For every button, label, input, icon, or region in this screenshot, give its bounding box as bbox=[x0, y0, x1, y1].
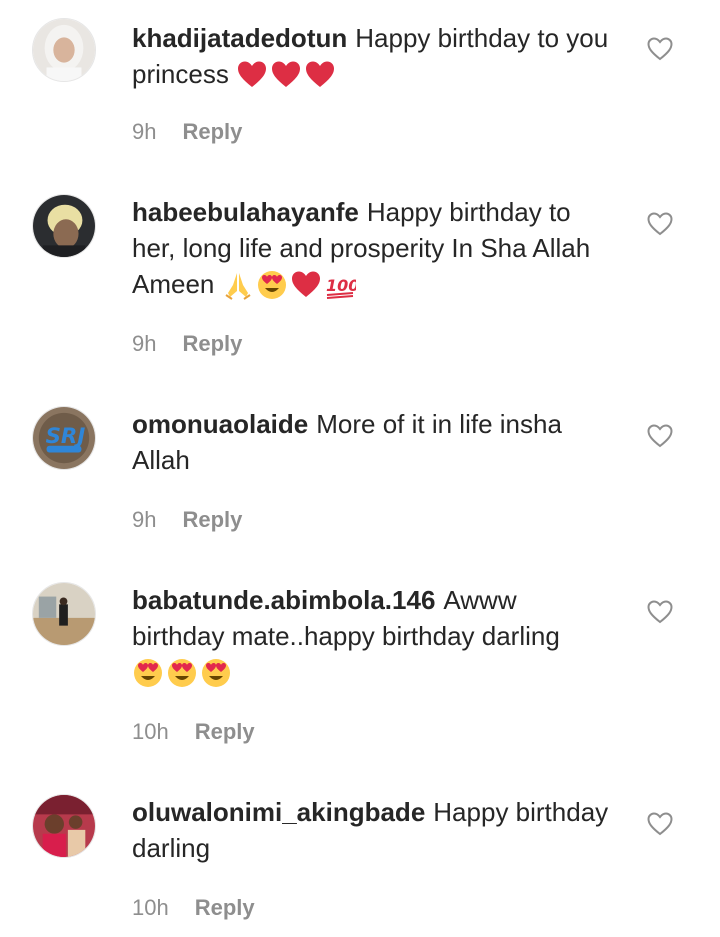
heart-eyes-emoji bbox=[256, 269, 288, 301]
comment-meta: 10h Reply bbox=[132, 718, 255, 746]
like-button[interactable] bbox=[646, 422, 674, 450]
comment-timestamp: 9h bbox=[132, 507, 157, 532]
folded-hands-emoji bbox=[222, 269, 254, 301]
reply-button[interactable]: Reply bbox=[195, 719, 255, 744]
avatar[interactable] bbox=[32, 194, 96, 258]
comment-text-block: omonuaolaide More of it in life insha All… bbox=[132, 406, 612, 478]
comment-timestamp: 9h bbox=[132, 331, 157, 356]
heart-outline-icon bbox=[647, 212, 673, 236]
avatar[interactable]: SRJ bbox=[32, 406, 96, 470]
comment-timestamp: 10h bbox=[132, 895, 169, 920]
reply-button[interactable]: Reply bbox=[182, 331, 242, 356]
like-button[interactable] bbox=[646, 210, 674, 238]
comment-text-block: oluwalonimi_akingbade Happy birthday darl… bbox=[132, 794, 612, 866]
heart-eyes-emoji bbox=[132, 657, 164, 689]
reply-button[interactable]: Reply bbox=[182, 119, 242, 144]
heart-eyes-emoji bbox=[200, 657, 232, 689]
red-heart-emoji bbox=[236, 59, 268, 91]
comment-meta: 9h Reply bbox=[132, 506, 242, 534]
emoji-group bbox=[236, 58, 338, 94]
comment-text-block: habeebulahayanfe Happy birthday to her, l… bbox=[132, 194, 612, 304]
reply-button[interactable]: Reply bbox=[195, 895, 255, 920]
comment-username[interactable]: oluwalonimi_akingbade bbox=[132, 797, 425, 827]
comment-meta: 9h Reply bbox=[132, 118, 242, 146]
heart-outline-icon bbox=[647, 812, 673, 836]
red-heart-emoji bbox=[290, 269, 322, 301]
comment-username[interactable]: khadijatadedotun bbox=[132, 23, 347, 53]
comment-username[interactable]: habeebulahayanfe bbox=[132, 197, 359, 227]
emoji-group bbox=[132, 656, 234, 692]
avatar[interactable] bbox=[32, 18, 96, 82]
heart-outline-icon bbox=[647, 600, 673, 624]
red-heart-emoji bbox=[270, 59, 302, 91]
emoji-group: 100 bbox=[222, 268, 358, 304]
like-button[interactable] bbox=[646, 810, 674, 838]
comment-meta: 10h Reply bbox=[132, 894, 255, 922]
heart-eyes-emoji bbox=[166, 657, 198, 689]
avatar[interactable] bbox=[32, 582, 96, 646]
hundred-points-emoji: 100 bbox=[324, 269, 356, 301]
comment-text-block: babatunde.abimbola.146 Awww birthday mate… bbox=[132, 582, 612, 692]
comment-username[interactable]: omonuaolaide bbox=[132, 409, 308, 439]
comment-meta: 9h Reply bbox=[132, 330, 242, 358]
like-button[interactable] bbox=[646, 35, 674, 63]
svg-text:SRJ: SRJ bbox=[46, 424, 86, 449]
heart-outline-icon bbox=[647, 424, 673, 448]
red-heart-emoji bbox=[304, 59, 336, 91]
heart-outline-icon bbox=[647, 37, 673, 61]
like-button[interactable] bbox=[646, 598, 674, 626]
avatar[interactable] bbox=[32, 794, 96, 858]
comment-username[interactable]: babatunde.abimbola.146 bbox=[132, 585, 435, 615]
comment-timestamp: 10h bbox=[132, 719, 169, 744]
comment-timestamp: 9h bbox=[132, 119, 157, 144]
reply-button[interactable]: Reply bbox=[182, 507, 242, 532]
comment-text-block: khadijatadedotun Happy birthday to you pr… bbox=[132, 20, 612, 94]
